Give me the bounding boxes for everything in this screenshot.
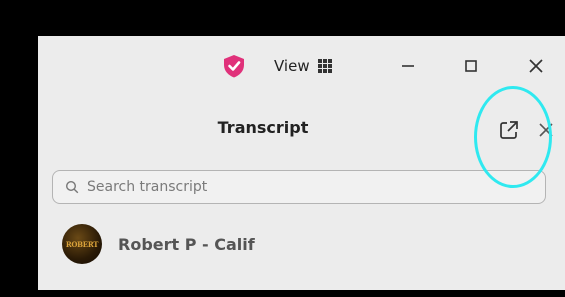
speaker-row: ROBERT Robert P - Calif — [62, 222, 255, 266]
search-icon — [65, 180, 79, 194]
avatar-text: ROBERT — [65, 239, 99, 249]
transcript-header: Transcript — [38, 112, 565, 148]
search-input[interactable] — [85, 178, 489, 196]
view-label: View — [274, 57, 310, 75]
panel-title: Transcript — [217, 118, 309, 137]
close-window-button[interactable] — [520, 50, 552, 82]
grid-icon — [317, 59, 332, 73]
transcript-window: View Transcript Search transcript ROBERT… — [38, 36, 565, 290]
maximize-icon — [465, 60, 477, 72]
search-field[interactable] — [52, 170, 546, 204]
title-bar: View — [38, 36, 565, 94]
popout-icon[interactable] — [498, 119, 520, 141]
close-icon — [529, 59, 543, 73]
bottom-bar — [0, 290, 565, 297]
view-button[interactable]: View — [260, 52, 362, 80]
close-panel-icon[interactable] — [536, 120, 556, 140]
minimize-button[interactable] — [392, 50, 424, 82]
shield-icon[interactable] — [221, 53, 247, 79]
avatar: ROBERT — [62, 224, 102, 264]
speaker-name: Robert P - Calif — [118, 234, 255, 254]
maximize-button[interactable] — [455, 50, 487, 82]
minimize-icon — [402, 65, 414, 67]
